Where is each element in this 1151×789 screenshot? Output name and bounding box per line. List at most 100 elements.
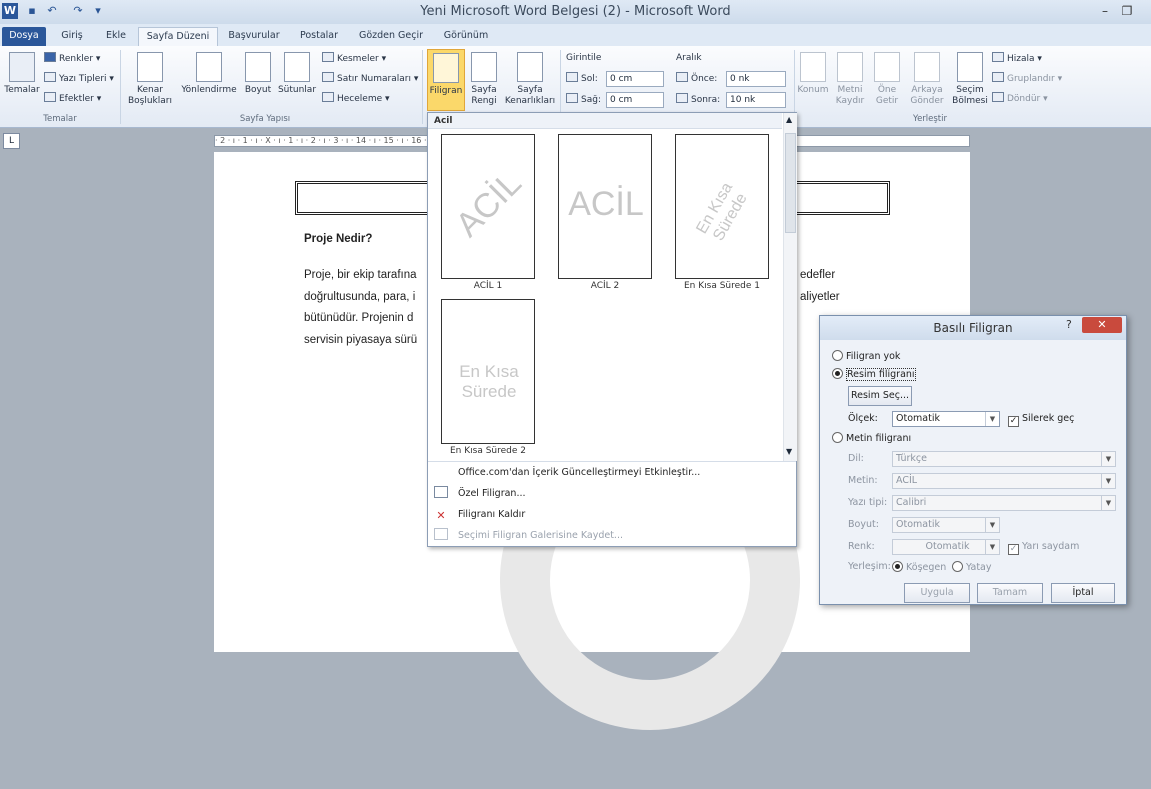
tab-dosya[interactable]: Dosya (2, 27, 46, 46)
tab-postalar[interactable]: Postalar (292, 27, 346, 46)
boyut-button[interactable]: Boyut (242, 52, 274, 96)
fonts-icon (44, 72, 56, 82)
chevron-down-icon: ▼ (1101, 496, 1115, 510)
checkbox-checked-icon: ✓ (1008, 416, 1019, 427)
menu-enable-updates[interactable]: Office.com'dan İçerik Güncelleştirmeyi E… (434, 464, 700, 482)
scale-select[interactable]: Otomatik ▼ (892, 411, 1000, 427)
one-getir-button[interactable]: Öne Getir (870, 52, 904, 107)
language-select[interactable]: Türkçe ▼ (892, 451, 1116, 467)
columns-icon (284, 52, 310, 82)
gruplandir-button[interactable]: Gruplandır ▾ (992, 72, 1062, 86)
radio-icon (832, 432, 843, 443)
satir-numaralari-button[interactable]: Satır Numaraları ▾ (322, 72, 418, 86)
sol-label: Sol: (566, 72, 598, 86)
dondur-button[interactable]: Döndür ▾ (992, 92, 1048, 106)
thumb-label: ACİL 1 (473, 281, 503, 291)
once-label: Önce: (676, 72, 717, 86)
watermark-thumb-acil-2[interactable]: ACİL (558, 134, 652, 279)
heceleme-button[interactable]: Heceleme ▾ (322, 92, 390, 106)
group-icon (992, 72, 1004, 82)
text-label: Metin: (848, 475, 878, 486)
diagonal-option[interactable]: Köşegen (892, 561, 946, 573)
temalar-button[interactable]: Temalar (4, 52, 40, 96)
no-watermark-option[interactable]: Filigran yok (832, 350, 900, 362)
hizala-button[interactable]: Hizala ▾ (992, 52, 1042, 66)
remove-watermark-icon: ✕ (436, 509, 446, 522)
checkbox-checked-icon: ✓ (1008, 544, 1019, 555)
thumb-label: ACİL 2 (590, 281, 620, 291)
color-select[interactable]: Otomatik ▼ (892, 539, 1000, 555)
watermark-thumb-acil-1[interactable]: ACİL (441, 134, 535, 279)
filigran-button[interactable]: Filigran (427, 49, 465, 111)
size-select[interactable]: Otomatik ▼ (892, 517, 1000, 533)
kenar-bosluklari-button[interactable]: Kenar Boşlukları (124, 52, 176, 107)
doc-line-fragment: aliyetler (800, 291, 840, 303)
sag-indent-field[interactable]: 0 cm (606, 92, 664, 108)
yazi-tipleri-button[interactable]: Yazı Tipleri ▾ (44, 72, 114, 86)
font-select[interactable]: Calibri ▼ (892, 495, 1116, 511)
picture-watermark-option[interactable]: Resim filigranı (832, 368, 916, 381)
menu-remove-watermark[interactable]: ✕ Filigranı Kaldır (434, 506, 525, 524)
scroll-thumb[interactable] (785, 133, 796, 233)
tab-sayfa-duzeni[interactable]: Sayfa Düzeni (138, 27, 218, 46)
margins-icon (137, 52, 163, 82)
tab-gorunum[interactable]: Görünüm (436, 27, 496, 46)
renkler-button[interactable]: Renkler ▾ (44, 52, 100, 66)
sayfa-kenarliklari-button[interactable]: Sayfa Kenarlıkları (503, 52, 557, 107)
line-numbers-icon (322, 72, 334, 82)
tab-basvurular[interactable]: Başvurular (224, 27, 284, 46)
scroll-down-icon[interactable]: ▼ (786, 447, 792, 456)
metni-kaydir-button[interactable]: Metni Kaydır (832, 52, 868, 107)
konum-button[interactable]: Konum (796, 52, 830, 96)
text-watermark-option[interactable]: Metin filigranı (832, 432, 911, 444)
group-separator (120, 50, 121, 124)
tab-selector[interactable]: L (3, 133, 20, 149)
hyphenation-icon (322, 92, 334, 102)
efektler-button[interactable]: Efektler ▾ (44, 92, 101, 106)
spacing-before-icon (676, 72, 688, 82)
watermark-thumb-en-kisa-surede-2[interactable]: En Kısa Sürede (441, 299, 535, 444)
minimize-button[interactable]: – (1094, 2, 1116, 20)
gallery-scrollbar[interactable]: ▲ ▼ (783, 113, 797, 461)
sol-indent-field[interactable]: 0 cm (606, 71, 664, 87)
indent-right-icon (566, 93, 578, 103)
sayfa-rengi-button[interactable]: Sayfa Rengi (467, 52, 501, 107)
thumb-label: En Kısa Sürede 2 (449, 446, 526, 456)
cancel-button[interactable]: İptal (1051, 583, 1115, 603)
watermark-thumb-en-kisa-surede-1[interactable]: En Kısa Sürede (675, 134, 769, 279)
close-button[interactable]: ✕ (1082, 317, 1122, 333)
sonra-label: Sonra: (676, 93, 720, 107)
menu-custom-watermark[interactable]: Özel Filigran... (434, 485, 526, 503)
washout-checkbox[interactable]: ✓ Silerek geç (1008, 413, 1074, 427)
custom-watermark-icon (434, 486, 448, 498)
tab-ekle[interactable]: Ekle (98, 27, 134, 46)
sonra-spacing-field[interactable]: 10 nk (726, 92, 786, 108)
tab-gozden-gecir[interactable]: Gözden Geçir (354, 27, 428, 46)
help-icon[interactable]: ? (1066, 318, 1072, 331)
indent-left-icon (566, 72, 578, 82)
aralik-label: Aralık (676, 53, 702, 63)
apply-button[interactable]: Uygula (904, 583, 970, 603)
doc-line: servisin piyasaya sürü (304, 334, 418, 346)
tab-giris[interactable]: Giriş (52, 27, 92, 46)
semitransparent-checkbox[interactable]: ✓ Yarı saydam (1008, 541, 1079, 555)
once-spacing-field[interactable]: 0 nk (726, 71, 786, 87)
arkaya-gonder-button[interactable]: Arkaya Gönder (906, 52, 948, 107)
scale-label: Ölçek: (848, 413, 878, 424)
ok-button[interactable]: Tamam (977, 583, 1043, 603)
yonlendirme-button[interactable]: Yönlendirme (180, 52, 238, 96)
title-bar: W ▪ ↶ ↷ ▾ Yeni Microsoft Word Belgesi (2… (0, 0, 1151, 24)
gallery-header: Acil (428, 113, 782, 129)
align-icon (992, 52, 1004, 62)
kesmeler-button[interactable]: Kesmeler ▾ (322, 52, 386, 66)
secim-bolmesi-button[interactable]: Seçim Bölmesi (950, 52, 990, 107)
text-select[interactable]: ACİL ▼ (892, 473, 1116, 489)
scroll-up-icon[interactable]: ▲ (786, 115, 792, 124)
sutunlar-button[interactable]: Sütunlar (276, 52, 318, 96)
menu-save-to-gallery[interactable]: Seçimi Filigran Galerisine Kaydet... (434, 527, 623, 545)
horizontal-option[interactable]: Yatay (952, 561, 992, 573)
maximize-button[interactable]: ❐ (1116, 2, 1138, 20)
chevron-down-icon: ▼ (985, 412, 999, 426)
page-color-icon (471, 52, 497, 82)
select-picture-button[interactable]: Resim Seç... (848, 386, 912, 406)
